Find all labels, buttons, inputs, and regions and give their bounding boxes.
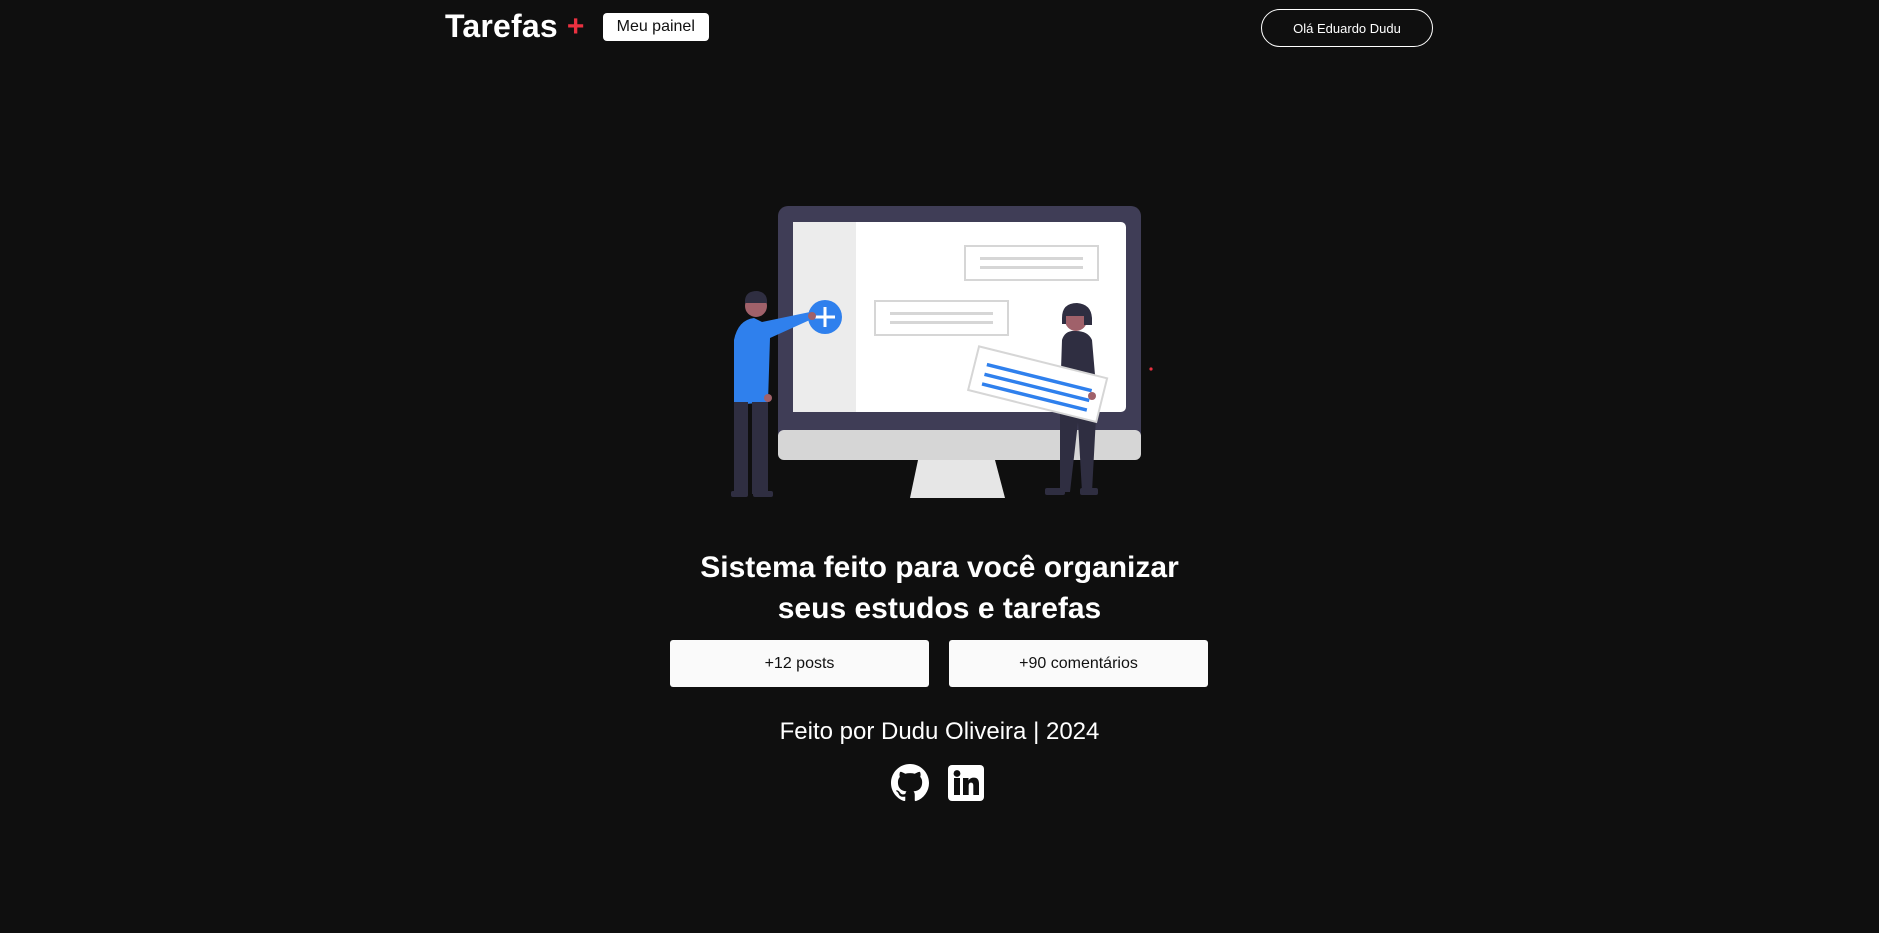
decorative-dot (1149, 367, 1153, 371)
brand: Tarefas + Meu painel (445, 8, 709, 45)
my-panel-button[interactable]: Meu painel (602, 12, 709, 41)
brand-logo-link[interactable]: Tarefas + (445, 8, 585, 45)
brand-title: Tarefas (445, 8, 558, 44)
stats-row: +12 posts +90 comentários (670, 640, 1208, 687)
footer-credit: Feito por Dudu Oliveira | 2024 (779, 718, 1100, 745)
linkedin-icon[interactable] (947, 764, 985, 802)
page-headline: Sistema feito para você organizar seus e… (0, 547, 1879, 629)
social-links (891, 764, 985, 802)
user-greeting-button[interactable]: Olá Eduardo Dudu (1261, 9, 1433, 47)
top-header: Tarefas + Meu painel Olá Eduardo Dudu (0, 0, 1879, 56)
monitor-stand (910, 460, 1005, 498)
comments-stat-card: +90 comentários (949, 640, 1208, 687)
headline-line-1: Sistema feito para você organizar (700, 551, 1179, 585)
posts-stat-card: +12 posts (670, 640, 929, 687)
page: Tarefas + Meu painel Olá Eduardo Dudu Si… (0, 0, 1879, 933)
hero-illustration (731, 206, 1153, 498)
screen-card-2 (874, 300, 1009, 336)
github-icon[interactable] (891, 764, 929, 802)
screen-card-1 (964, 245, 1099, 281)
headline-line-2: seus estudos e tarefas (777, 592, 1102, 626)
brand-plus-icon: + (566, 9, 585, 43)
